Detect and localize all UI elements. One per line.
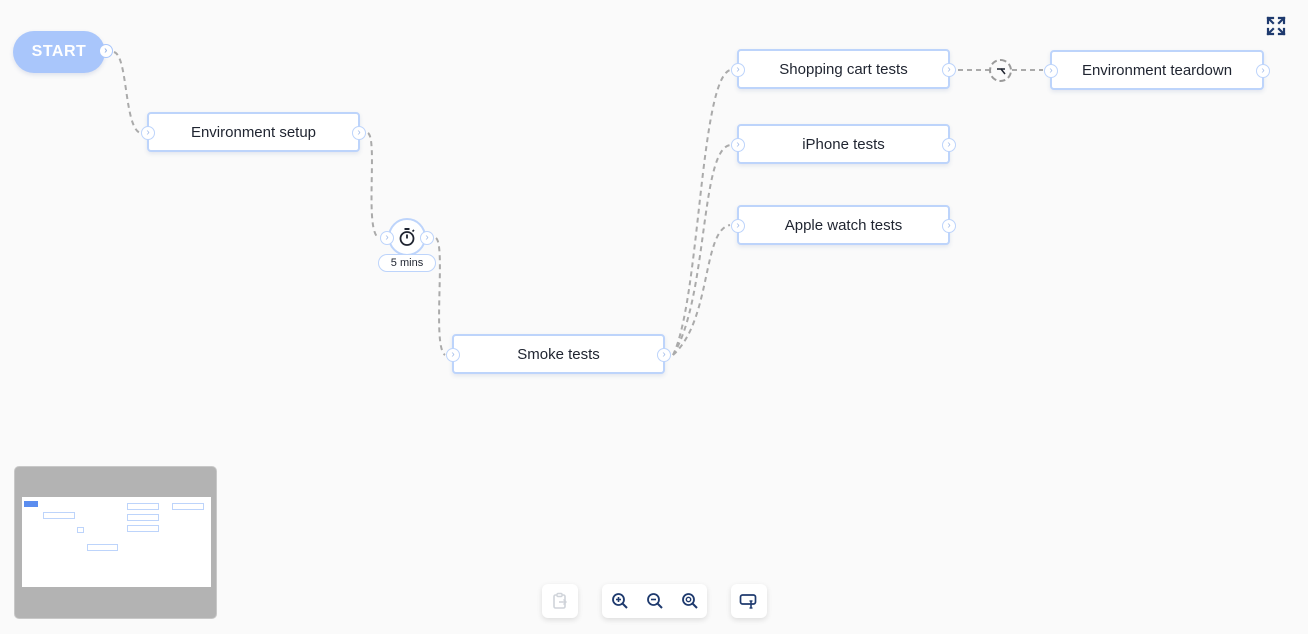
condition-node[interactable]: [989, 59, 1012, 82]
chevron-right-icon[interactable]: ›: [731, 138, 745, 152]
paste-toolbar: [542, 584, 578, 618]
zoom-in-button[interactable]: [605, 586, 635, 616]
timer-duration-label: 5 mins: [378, 254, 436, 272]
node-iphone-tests[interactable]: › iPhone tests ›: [731, 124, 956, 164]
node-smoke-tests[interactable]: › Smoke tests ›: [446, 334, 671, 374]
node-shopping-cart-tests[interactable]: › Shopping cart tests ›: [731, 49, 956, 89]
node-label: Environment setup: [190, 123, 317, 141]
zoom-fit-button[interactable]: [675, 586, 705, 616]
branch-condition-icon: [996, 67, 1006, 74]
paste-button[interactable]: [545, 586, 575, 616]
timer-node[interactable]: › ›: [380, 218, 434, 256]
chevron-right-icon[interactable]: ›: [141, 126, 155, 140]
node-label: iPhone tests: [802, 135, 885, 153]
add-comment-button[interactable]: [734, 586, 764, 616]
node-label: Environment teardown: [1081, 61, 1233, 79]
chevron-right-icon[interactable]: ›: [731, 219, 745, 233]
zoom-fit-icon: [681, 593, 698, 609]
fullscreen-button[interactable]: [1264, 14, 1288, 38]
chevron-right-icon[interactable]: ›: [657, 348, 671, 362]
minimap-node: [87, 544, 118, 551]
zoom-out-button[interactable]: [640, 586, 670, 616]
minimap-node: [172, 503, 204, 510]
start-node[interactable]: START ›: [13, 31, 113, 73]
minimap-node: [127, 503, 159, 510]
node-label: Shopping cart tests: [779, 60, 908, 78]
zoom-in-icon: [611, 593, 628, 609]
zoom-out-icon: [646, 593, 663, 609]
minimap-start-node: [24, 501, 38, 507]
edge-timer-to-smoke: [435, 237, 446, 356]
comment-toolbar: [731, 584, 767, 618]
minimap-node: [43, 512, 75, 519]
chevron-right-icon[interactable]: ›: [942, 63, 956, 77]
chevron-right-icon[interactable]: ›: [942, 219, 956, 233]
workflow-canvas[interactable]: START › › Environment setup › › › 5 mins…: [0, 0, 1308, 634]
chevron-right-icon[interactable]: ›: [99, 44, 113, 58]
edge-setup-to-timer: [367, 132, 380, 239]
minimap-viewport[interactable]: [22, 497, 211, 587]
node-environment-teardown[interactable]: › Environment teardown ›: [1044, 50, 1270, 90]
start-label: START: [31, 43, 87, 60]
chevron-right-icon[interactable]: ›: [420, 231, 434, 245]
fullscreen-icon: [1266, 16, 1286, 36]
zoom-toolbar: [602, 584, 707, 618]
chevron-right-icon[interactable]: ›: [942, 138, 956, 152]
node-label: Apple watch tests: [784, 216, 903, 234]
edge-smoke-to-iphone: [672, 144, 731, 356]
chevron-right-icon[interactable]: ›: [1044, 64, 1058, 78]
chevron-right-icon[interactable]: ›: [446, 348, 460, 362]
minimap-node: [77, 527, 84, 533]
comment-icon: [739, 594, 757, 609]
chevron-right-icon[interactable]: ›: [731, 63, 745, 77]
minimap-node: [127, 525, 159, 532]
edge-smoke-to-shopping-cart: [672, 69, 731, 356]
minimap-node: [127, 514, 159, 521]
chevron-right-icon[interactable]: ›: [1256, 64, 1270, 78]
chevron-right-icon[interactable]: ›: [380, 231, 394, 245]
paste-icon: [553, 592, 567, 609]
edge-start-to-setup: [113, 51, 141, 134]
node-label: Smoke tests: [517, 345, 600, 363]
chevron-right-icon[interactable]: ›: [352, 126, 366, 140]
node-environment-setup[interactable]: › Environment setup ›: [141, 112, 366, 152]
node-apple-watch-tests[interactable]: › Apple watch tests ›: [731, 205, 956, 245]
minimap[interactable]: [14, 466, 217, 619]
stopwatch-icon: [399, 228, 415, 246]
